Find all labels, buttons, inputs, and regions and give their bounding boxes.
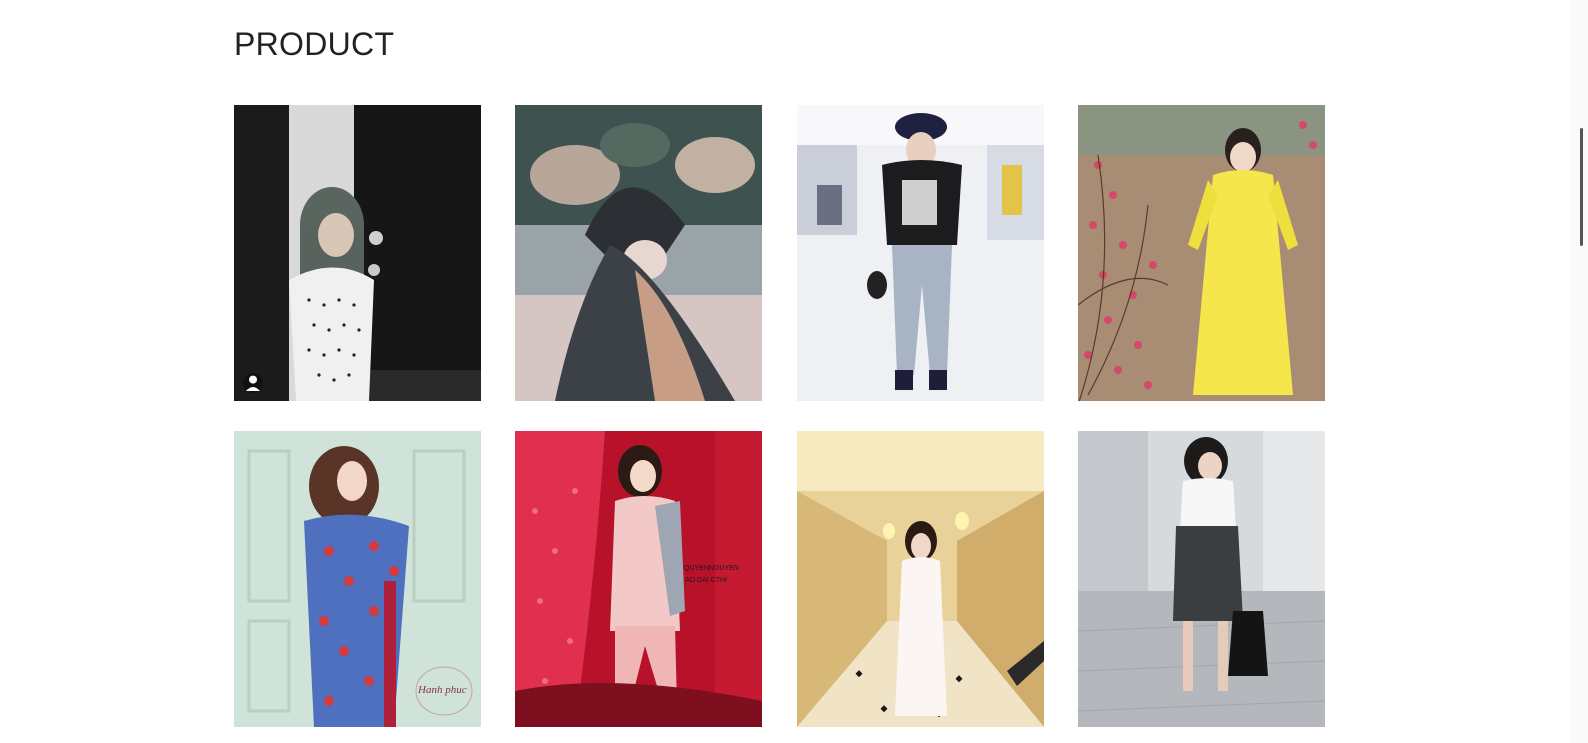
vertical-scrollbar[interactable] (1570, 0, 1588, 743)
photo-watermark: Hanh phuc (418, 684, 467, 696)
product-image-7 (797, 431, 1044, 727)
product-card-7[interactable] (797, 431, 1044, 727)
product-page: PRODUCT Hanh phuc QUYENNGUYEN AO DAI CTH… (0, 0, 1588, 743)
product-image-8 (1078, 431, 1325, 727)
product-card-5[interactable]: Hanh phuc (234, 431, 481, 727)
product-image-3 (797, 105, 1044, 401)
product-card-2[interactable] (515, 105, 762, 401)
product-image-1 (234, 105, 481, 401)
section-title: PRODUCT (234, 26, 395, 62)
product-card-4[interactable] (1078, 105, 1325, 401)
product-image-4 (1078, 105, 1325, 401)
product-card-8[interactable] (1078, 431, 1325, 727)
product-card-6[interactable]: QUYENNGUYEN AO DAI CTHI (515, 431, 762, 727)
user-icon[interactable] (243, 373, 263, 393)
product-card-3[interactable] (797, 105, 1044, 401)
product-image-2 (515, 105, 762, 401)
photo-watermark: AO DAI CTHI (685, 577, 728, 584)
scrollbar-thumb[interactable] (1580, 128, 1583, 246)
photo-watermark: QUYENNGUYEN (684, 565, 739, 572)
product-image-5 (234, 431, 481, 727)
product-card-1[interactable] (234, 105, 481, 401)
product-grid: Hanh phuc QUYENNGUYEN AO DAI CTHI (234, 105, 1326, 727)
